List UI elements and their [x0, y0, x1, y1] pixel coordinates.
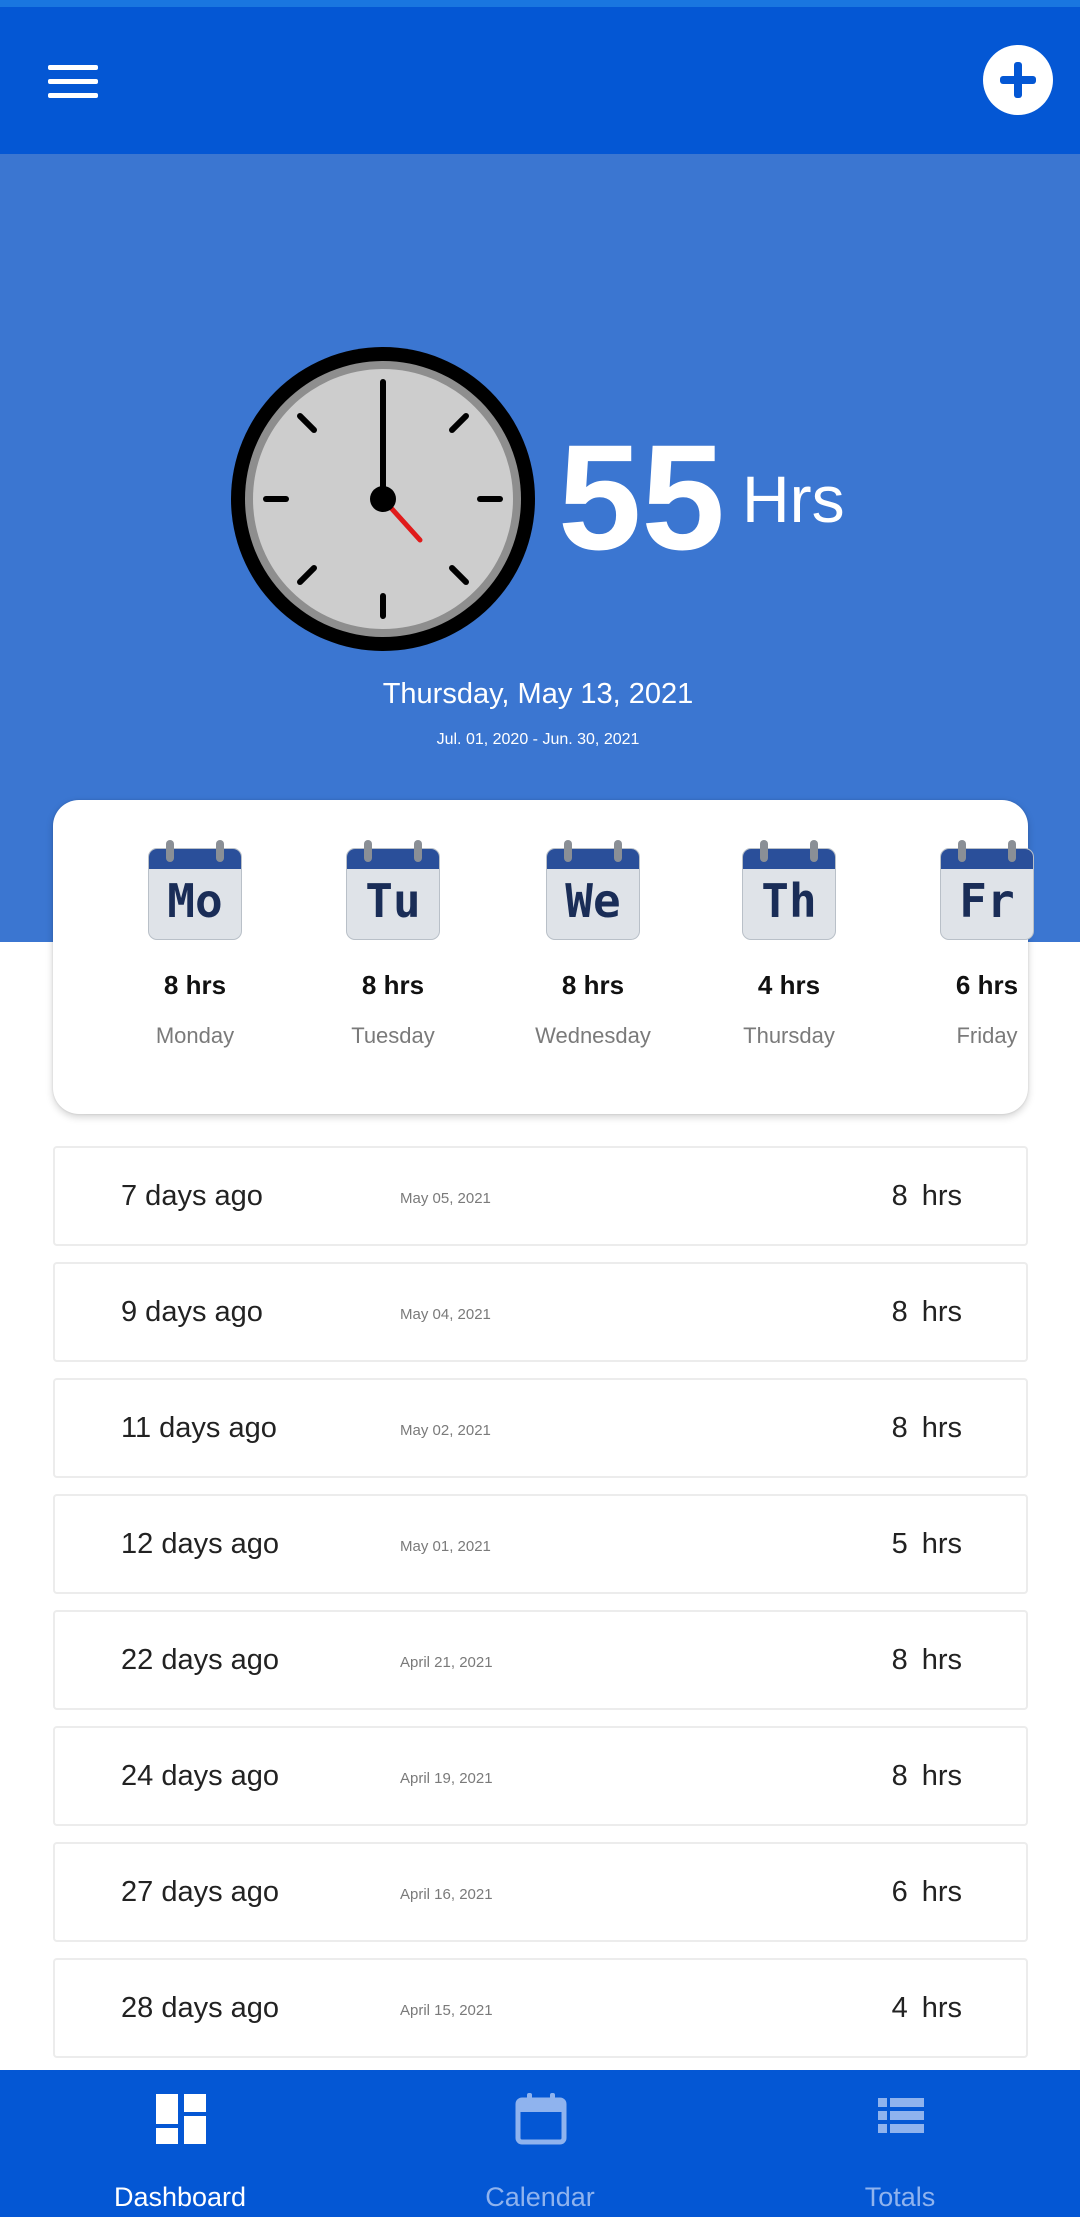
- calendar-icon: [515, 2093, 567, 2145]
- entry-hours-unit: hrs: [921, 1296, 962, 1328]
- weekday-abbr: We: [565, 874, 621, 928]
- entry-row[interactable]: 9 days ago May 04, 2021 8 hrs: [53, 1262, 1028, 1362]
- calendar-day-icon: Mo: [148, 840, 242, 940]
- total-hours-value: 55: [558, 413, 725, 581]
- status-strip: [0, 0, 1080, 7]
- bottom-navigation: Dashboard Calendar Totals: [0, 2070, 1080, 2217]
- weekday-abbr: Mo: [167, 874, 223, 928]
- entry-hours: 6: [891, 1876, 908, 1908]
- weekday-hours: 8 hrs: [163, 970, 227, 1000]
- entries-list: 7 days ago May 05, 2021 8 hrs 9 days ago …: [53, 1146, 1028, 2074]
- entry-ago: 28 days ago: [121, 1992, 280, 2024]
- list-icon: [878, 2098, 924, 2133]
- weekday-name: Tuesday: [351, 1023, 435, 1048]
- entry-row[interactable]: 22 days ago April 21, 2021 8 hrs: [53, 1610, 1028, 1710]
- entry-ago: 22 days ago: [121, 1644, 280, 1676]
- entry-hours: 8: [891, 1760, 908, 1792]
- weekday-abbr: Th: [761, 874, 817, 928]
- hamburger-menu-icon[interactable]: [40, 53, 106, 109]
- entry-row[interactable]: 28 days ago April 15, 2021 4 hrs: [53, 1958, 1028, 2058]
- current-date: Thursday, May 13, 2021: [382, 678, 694, 710]
- weekday-name: Wednesday: [535, 1023, 651, 1048]
- weekday-hours: 8 hrs: [361, 970, 425, 1000]
- weekday-hours: 8 hrs: [561, 970, 625, 1000]
- weekday-hours: 4 hrs: [757, 970, 821, 1000]
- entry-row[interactable]: 7 days ago May 05, 2021 8 hrs: [53, 1146, 1028, 1246]
- entry-hours-unit: hrs: [921, 1180, 962, 1212]
- weekday-name: Monday: [155, 1023, 235, 1048]
- entry-hours-unit: hrs: [921, 1876, 962, 1908]
- entry-date: May 04, 2021: [400, 1306, 491, 1323]
- nav-label: Calendar: [485, 2182, 595, 2212]
- app-bar: [0, 7, 1080, 154]
- entry-hours-unit: hrs: [921, 1760, 962, 1792]
- entry-date: April 15, 2021: [400, 2002, 493, 2019]
- weekday-monday[interactable]: Mo 8 hrs Monday: [120, 840, 270, 1049]
- add-entry-button[interactable]: [983, 45, 1053, 115]
- entry-hours: 8: [891, 1644, 908, 1676]
- entry-hours: 8: [891, 1296, 908, 1328]
- weekday-tuesday[interactable]: Tu 8 hrs Tuesday: [318, 840, 468, 1049]
- nav-totals[interactable]: Totals: [720, 2070, 1080, 2217]
- nav-calendar[interactable]: Calendar: [360, 2070, 720, 2217]
- entry-ago: 11 days ago: [121, 1412, 277, 1444]
- calendar-day-icon: We: [546, 840, 640, 940]
- entry-row[interactable]: 11 days ago May 02, 2021 8 hrs: [53, 1378, 1028, 1478]
- entry-hours: 8: [891, 1412, 908, 1444]
- nav-dashboard[interactable]: Dashboard: [0, 2070, 360, 2217]
- weekday-abbr: Fr: [959, 874, 1015, 928]
- week-summary-card: Mo 8 hrs Monday Tu 8 hrs Tuesday We 8 hr…: [53, 800, 1034, 1114]
- weekday-hours: 6 hrs: [955, 970, 1019, 1000]
- entry-hours-unit: hrs: [921, 1644, 962, 1676]
- total-hours-unit: Hrs: [742, 462, 845, 536]
- entry-row[interactable]: 24 days ago April 19, 2021 8 hrs: [53, 1726, 1028, 1826]
- calendar-day-icon: Tu: [346, 840, 440, 940]
- entry-hours: 5: [891, 1528, 908, 1560]
- entry-date: May 01, 2021: [400, 1538, 491, 1555]
- weekday-wednesday[interactable]: We 8 hrs Wednesday: [518, 840, 668, 1049]
- entry-row[interactable]: 12 days ago May 01, 2021 5 hrs: [53, 1494, 1028, 1594]
- weekday-name: Friday: [956, 1023, 1018, 1048]
- period-range: Jul. 01, 2020 - Jun. 30, 2021: [436, 731, 640, 748]
- entry-hours-unit: hrs: [921, 1992, 962, 2024]
- entry-hours: 8: [891, 1180, 908, 1212]
- entry-date: May 02, 2021: [400, 1422, 491, 1439]
- calendar-day-icon: Th: [742, 840, 836, 940]
- weekday-name: Thursday: [743, 1023, 835, 1048]
- entry-hours-unit: hrs: [921, 1528, 962, 1560]
- entry-row[interactable]: 27 days ago April 16, 2021 6 hrs: [53, 1842, 1028, 1942]
- nav-label: Dashboard: [113, 2182, 247, 2212]
- weekday-friday[interactable]: Fr 6 hrs Friday: [912, 840, 1062, 1049]
- entry-ago: 27 days ago: [121, 1876, 280, 1908]
- calendar-day-icon: Fr: [940, 840, 1034, 940]
- entry-date: April 21, 2021: [400, 1654, 493, 1671]
- entry-ago: 24 days ago: [121, 1760, 280, 1792]
- nav-label: Totals: [864, 2182, 936, 2212]
- wall-clock-icon: [231, 347, 535, 651]
- dashboard-icon: [156, 2094, 206, 2144]
- entry-hours-unit: hrs: [921, 1412, 962, 1444]
- entry-ago: 12 days ago: [121, 1528, 280, 1560]
- entry-hours: 4: [891, 1992, 908, 2024]
- entry-date: April 16, 2021: [400, 1886, 493, 1903]
- weekday-abbr: Tu: [365, 874, 421, 928]
- entry-ago: 7 days ago: [121, 1180, 263, 1212]
- entry-date: May 05, 2021: [400, 1190, 491, 1207]
- entry-ago: 9 days ago: [121, 1296, 263, 1328]
- weekday-thursday[interactable]: Th 4 hrs Thursday: [714, 840, 864, 1049]
- entry-date: April 19, 2021: [400, 1770, 493, 1787]
